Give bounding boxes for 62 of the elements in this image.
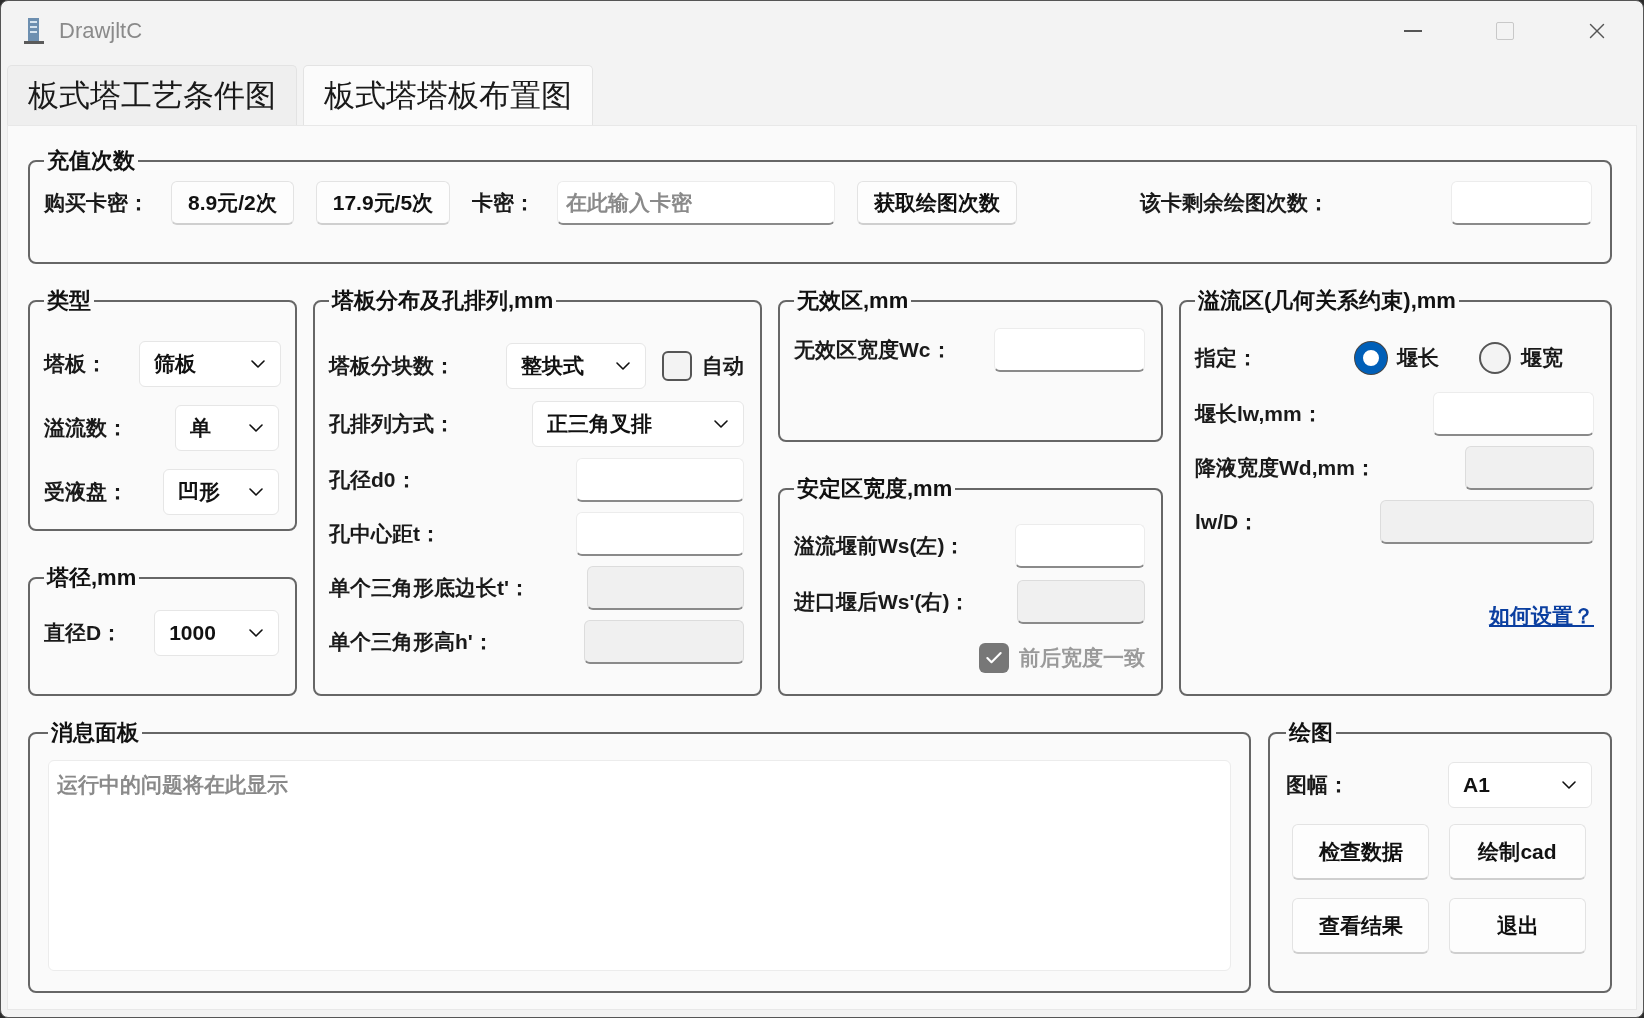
maximize-icon bbox=[1496, 22, 1514, 40]
field-label: 该卡剩余绘图次数： bbox=[1139, 190, 1329, 216]
input-field[interactable] bbox=[1015, 524, 1145, 568]
action-button[interactable]: 退出 bbox=[1449, 898, 1586, 954]
field-label: 溢流堰前Ws(左)： bbox=[794, 533, 966, 559]
dropdown[interactable]: 筛板 bbox=[139, 341, 281, 387]
field-label: 降液宽度Wd,mm： bbox=[1195, 455, 1376, 481]
field-label: 堰长lw,mm： bbox=[1195, 401, 1323, 427]
field-label: 单个三角形高h'： bbox=[329, 629, 494, 655]
field-label: 卡密： bbox=[472, 190, 536, 216]
field-label: 购买卡密： bbox=[44, 190, 149, 216]
window-title: DrawjltC bbox=[59, 18, 144, 44]
field-label: 受液盘： bbox=[44, 479, 128, 505]
input-field[interactable] bbox=[1451, 181, 1592, 225]
input-field[interactable]: 在此输入卡密 bbox=[557, 181, 836, 225]
tab[interactable]: 板式塔工艺条件图 bbox=[7, 65, 297, 125]
dropdown[interactable]: 单 bbox=[175, 405, 279, 451]
action-button[interactable]: 绘制cad bbox=[1449, 824, 1586, 880]
dropdown[interactable]: 正三角叉排 bbox=[532, 401, 744, 447]
group-title: 类型 bbox=[46, 287, 92, 315]
dropdown[interactable]: 整块式 bbox=[506, 343, 646, 389]
group-title: 充值次数 bbox=[46, 147, 136, 175]
help-link[interactable]: 如何设置？ bbox=[1489, 602, 1594, 630]
dropdown[interactable]: 1000 bbox=[154, 610, 280, 656]
message-field[interactable]: 运行中的问题将在此显示 bbox=[48, 760, 1231, 971]
field-label: 塔板分块数： bbox=[329, 353, 455, 379]
field-label: 塔板： bbox=[44, 351, 107, 377]
input-field[interactable] bbox=[994, 328, 1145, 372]
field-label: 孔排列方式： bbox=[329, 411, 455, 437]
radio-button[interactable]: 堰宽 bbox=[1479, 342, 1563, 374]
dropdown[interactable]: A1 bbox=[1448, 762, 1592, 808]
group-title: 溢流区(几何关系约束),mm bbox=[1197, 287, 1457, 315]
group-title: 消息面板 bbox=[50, 719, 140, 747]
tab[interactable]: 板式塔塔板布置图 bbox=[303, 65, 593, 125]
field-label: 无效区宽度Wc： bbox=[794, 337, 952, 363]
field-label: 图幅： bbox=[1286, 772, 1349, 798]
minimize-icon bbox=[1404, 30, 1422, 32]
input-field[interactable] bbox=[1433, 392, 1594, 436]
field-label: 孔中心距t： bbox=[329, 521, 441, 547]
input-field[interactable] bbox=[576, 458, 744, 502]
action-button[interactable]: 检查数据 bbox=[1292, 824, 1429, 880]
group-title: 安定区宽度,mm bbox=[796, 475, 954, 503]
field-label: lw/D： bbox=[1195, 509, 1260, 535]
field-label: 直径D： bbox=[44, 620, 123, 646]
group-title: 无效区,mm bbox=[796, 287, 910, 315]
fetch-button[interactable]: 获取绘图次数 bbox=[857, 181, 1018, 225]
dropdown[interactable]: 凹形 bbox=[163, 469, 279, 515]
field-label: 孔径d0： bbox=[329, 467, 417, 493]
field-label: 溢流数： bbox=[44, 415, 128, 441]
action-button[interactable]: 查看结果 bbox=[1292, 898, 1429, 954]
price-button[interactable]: 8.9元/2次 bbox=[171, 181, 294, 225]
group-title: 绘图 bbox=[1287, 719, 1334, 747]
radio-button[interactable]: 堰长 bbox=[1355, 342, 1439, 374]
field-label: 指定： bbox=[1195, 345, 1259, 371]
checkbox[interactable]: 自动 bbox=[662, 351, 744, 381]
field-label: 进口堰后Ws'(右)： bbox=[794, 589, 971, 615]
building-icon bbox=[21, 16, 47, 46]
input-field[interactable] bbox=[576, 512, 744, 556]
price-button[interactable]: 17.9元/5次 bbox=[315, 181, 451, 225]
group-title: 塔板分布及孔排列,mm bbox=[330, 287, 555, 315]
group-title: 塔径,mm bbox=[45, 564, 138, 592]
field-label: 单个三角形底边长t'： bbox=[329, 575, 530, 601]
